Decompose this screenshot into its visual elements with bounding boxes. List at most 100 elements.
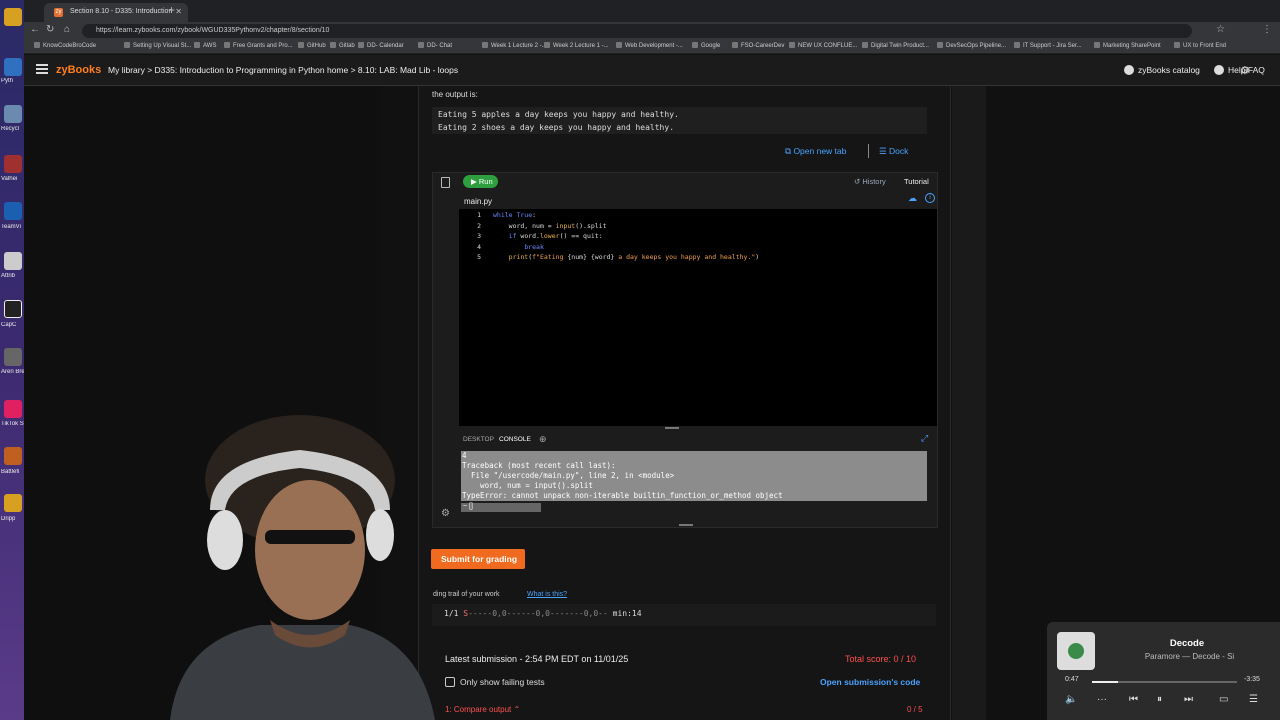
bookmark-item[interactable]: UX to Front End bbox=[1174, 42, 1226, 49]
bookmark-item[interactable]: Free Grants and Pro... bbox=[224, 42, 293, 49]
code-token: ) bbox=[755, 253, 760, 261]
url-input[interactable]: https://learn.zybooks.com/zybook/WGUD335… bbox=[82, 24, 1192, 38]
file-icon[interactable] bbox=[441, 177, 450, 188]
tab-console[interactable]: CONSOLE bbox=[499, 436, 531, 443]
bookmark-item[interactable]: Week 2 Lecture 1 -... bbox=[544, 42, 609, 49]
cast-icon[interactable]: ▭ bbox=[1219, 694, 1228, 705]
code-token: lower bbox=[539, 232, 560, 240]
back-icon[interactable]: ← bbox=[30, 24, 40, 35]
queue-icon[interactable]: ☰ bbox=[1249, 694, 1258, 705]
code-line[interactable]: 2 word, num = input().split bbox=[459, 222, 937, 233]
trail-marks: -----0,0------0,0-------0,0-- bbox=[468, 609, 608, 618]
album-art bbox=[1057, 632, 1095, 670]
code-editor[interactable]: 1 while True: 2 word, num = input().split 3… bbox=[459, 209, 937, 426]
file-icon[interactable] bbox=[4, 252, 22, 270]
bookmark-item[interactable]: AWS bbox=[194, 42, 216, 49]
expand-icon[interactable]: ⤢ bbox=[921, 433, 928, 444]
compare-label: 1: Compare output bbox=[445, 705, 512, 714]
recycle-bin-icon[interactable] bbox=[4, 105, 22, 123]
bookmark-item[interactable]: GitHub bbox=[298, 42, 326, 49]
tutorial-button[interactable]: Tutorial bbox=[904, 177, 929, 186]
capcut-icon[interactable] bbox=[4, 300, 22, 318]
code-line[interactable]: 5 print(f"Eating {num} {word} a day keep… bbox=[459, 253, 937, 264]
browser-tab[interactable]: zy Section 8.10 - D335: Introduction ✕ bbox=[44, 3, 188, 22]
code-line[interactable]: 4 break bbox=[459, 243, 937, 254]
bookmark-item[interactable]: Digital Twin Product... bbox=[862, 42, 929, 49]
console-output[interactable]: 4 Traceback (most recent call last): File… bbox=[461, 451, 927, 501]
desktop-label: CapC bbox=[1, 322, 17, 328]
folder-icon[interactable] bbox=[4, 8, 22, 26]
console-line: Traceback (most recent call last): bbox=[462, 461, 616, 470]
zybooks-favicon-icon: zy bbox=[54, 8, 63, 17]
breadcrumb[interactable]: My library > D335: Introduction to Progr… bbox=[108, 65, 458, 75]
close-icon[interactable]: ✕ bbox=[175, 7, 182, 16]
bookmark-item[interactable]: FSO-CareerDev bbox=[732, 42, 784, 49]
home-icon[interactable]: ⌂ bbox=[64, 24, 70, 35]
open-new-tab-button[interactable]: ⧉ Open new tab bbox=[785, 146, 846, 157]
compare-output-toggle[interactable]: 1: Compare output ⌃ bbox=[445, 705, 520, 714]
open-submission-code-link[interactable]: Open submission's code bbox=[820, 677, 920, 687]
code-token: : bbox=[532, 211, 537, 219]
address-bar-row: ← ↻ ⌂ https://learn.zybooks.com/zybook/W… bbox=[24, 22, 1280, 40]
progress-slider[interactable] bbox=[1092, 681, 1237, 683]
only-failing-label[interactable]: Only show failing tests bbox=[460, 677, 545, 687]
what-is-this-link[interactable]: What is this? bbox=[527, 591, 567, 598]
new-tab-icon[interactable]: + bbox=[168, 3, 175, 17]
more-icon[interactable]: ··· bbox=[1097, 694, 1107, 705]
bookmark-item[interactable]: NEW UX CONFLUE... bbox=[789, 42, 857, 49]
time-current: 0:47 bbox=[1065, 676, 1079, 683]
bookmark-item[interactable]: DD- Calendar bbox=[358, 42, 404, 49]
code-line[interactable]: 3 if word.lower() == quit: bbox=[459, 232, 937, 243]
add-icon[interactable]: ⊕ bbox=[539, 434, 547, 445]
hamburger-menu-icon[interactable] bbox=[36, 64, 48, 74]
previous-icon[interactable]: ⏮ bbox=[1129, 694, 1138, 705]
webcam-overlay bbox=[170, 415, 435, 720]
cloud-sync-icon[interactable]: ☁ bbox=[908, 193, 917, 204]
code-token: while bbox=[493, 211, 517, 219]
volume-icon[interactable]: 🔈 bbox=[1065, 694, 1077, 705]
bookmark-item[interactable]: DD- Chat bbox=[418, 42, 452, 49]
bookmark-item[interactable]: Setting Up Visual St... bbox=[124, 42, 191, 49]
info-icon[interactable]: i bbox=[925, 193, 935, 203]
settings-gear-icon[interactable]: ⚙ bbox=[1240, 64, 1250, 77]
tab-desktop[interactable]: DESKTOP bbox=[463, 436, 494, 443]
python-icon[interactable] bbox=[4, 58, 22, 76]
history-button[interactable]: ↺ History bbox=[854, 177, 886, 186]
catalog-link[interactable]: zyBooks catalog bbox=[1124, 65, 1200, 75]
bookmark-item[interactable]: Google bbox=[692, 42, 720, 49]
bookmark-item[interactable]: Gitlab bbox=[330, 42, 355, 49]
dock-button[interactable]: ☰ Dock bbox=[879, 146, 908, 157]
dock-icon: ☰ bbox=[879, 146, 889, 156]
expected-output-line: Eating 5 apples a day keeps you happy an… bbox=[438, 110, 679, 119]
bookmark-item[interactable]: IT Support - Jira Ser... bbox=[1014, 42, 1082, 49]
zybooks-logo[interactable]: zyBooks bbox=[56, 64, 101, 76]
valheim-icon[interactable] bbox=[4, 155, 22, 173]
console-input-line[interactable]: ~ [] bbox=[461, 503, 541, 512]
bookmark-item[interactable]: Week 1 Lecture 2 -... bbox=[482, 42, 547, 49]
resize-handle[interactable] bbox=[665, 427, 679, 429]
run-button[interactable]: ▶ Run bbox=[463, 175, 498, 188]
bookmark-item[interactable]: Web Development -... bbox=[616, 42, 683, 49]
media-player-widget: Decode Paramore — Decode - Si 0:47 -3:35… bbox=[1047, 622, 1280, 720]
menu-icon[interactable]: ⋮ bbox=[1262, 24, 1272, 35]
browser-tab-bar: zy Section 8.10 - D335: Introduction ✕ + bbox=[24, 0, 1280, 22]
code-line[interactable]: 1 while True: bbox=[459, 211, 937, 222]
teamviewer-icon[interactable] bbox=[4, 202, 22, 220]
star-icon[interactable]: ☆ bbox=[1216, 24, 1225, 35]
bookmark-item[interactable]: KnowCodeBroCode bbox=[34, 42, 96, 49]
code-editor-panel: ▶ Run ↺ History Tutorial main.py ☁ i 1 wh… bbox=[432, 172, 938, 528]
pause-icon[interactable]: ⏸ bbox=[1157, 694, 1162, 705]
next-icon[interactable]: ⏭ bbox=[1184, 694, 1193, 705]
arena-icon[interactable] bbox=[4, 348, 22, 366]
resize-handle[interactable] bbox=[679, 524, 693, 526]
bookmark-item[interactable]: Marketing SharePoint bbox=[1094, 42, 1161, 49]
tiktok-icon[interactable] bbox=[4, 400, 22, 418]
code-token: break bbox=[524, 242, 544, 251]
desktop-icons-strip: Pyth Recycl Valhei TeamVi Attrib CapC Ar… bbox=[0, 0, 25, 720]
battlefield-icon[interactable] bbox=[4, 447, 22, 465]
folder-icon[interactable] bbox=[4, 494, 22, 512]
refresh-icon[interactable]: ↻ bbox=[46, 24, 54, 35]
filename: main.py bbox=[464, 197, 493, 206]
line-number: 5 bbox=[477, 253, 481, 261]
bookmark-item[interactable]: DevSecOps Pipeline... bbox=[937, 42, 1006, 49]
